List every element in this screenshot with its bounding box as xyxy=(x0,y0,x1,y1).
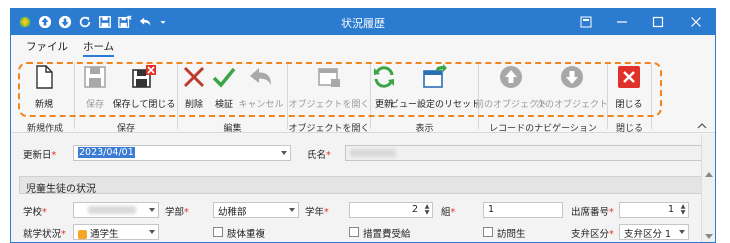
scroll-down-icon[interactable] xyxy=(705,234,713,239)
checkmark-icon xyxy=(210,63,238,91)
group-label-record-nav: レコードのナビゲーション xyxy=(489,124,597,134)
group-label-open-object: オブジェクトを開く xyxy=(288,124,370,134)
enrollment-status-field[interactable]: 通学生 xyxy=(73,224,159,240)
attendance-number-label: 出席番号* xyxy=(571,207,614,218)
next-object-button-label: 次のオブジェクト xyxy=(536,100,609,110)
support-measure-checkbox[interactable] xyxy=(349,227,359,237)
update-date-field[interactable]: 2023/04/01 xyxy=(73,145,291,161)
close-x-icon xyxy=(615,63,643,91)
next-object-button[interactable]: 次のオブジェクト xyxy=(536,61,608,119)
group-label-create: 新規作成 xyxy=(26,124,63,134)
new-button-label: 新規 xyxy=(34,100,53,110)
enrollment-icon xyxy=(78,230,87,239)
home-visit-checkbox[interactable] xyxy=(483,227,493,237)
school-field[interactable] xyxy=(73,202,159,218)
refresh-icon xyxy=(370,63,398,91)
reset-view-button[interactable]: ビュー設定のリセット xyxy=(390,61,480,119)
home-visit-label: 訪問生 xyxy=(497,229,526,240)
delete-button-label: 削除 xyxy=(184,100,203,110)
faculty-label: 学部* xyxy=(165,207,189,218)
delete-x-icon xyxy=(180,63,208,91)
tab-file[interactable]: ファイル xyxy=(26,39,68,54)
ribbon-display-icon[interactable] xyxy=(569,9,603,35)
chevron-down-icon xyxy=(281,151,287,155)
support-category-field[interactable]: 支弁区分 1 xyxy=(619,224,689,240)
up-arrow-icon xyxy=(497,63,525,91)
down-arrow-icon xyxy=(558,63,586,91)
save-icon xyxy=(81,63,109,91)
undo-arrow-icon xyxy=(247,63,275,91)
vertical-scrollbar[interactable] xyxy=(701,134,715,242)
open-object-button[interactable]: オブジェクトを開く xyxy=(288,61,370,119)
record-form: 更新日* 2023/04/01 氏名* 児童生徒の状況 学校* 学部* 幼稚部 … xyxy=(11,134,715,242)
close-icon[interactable] xyxy=(679,9,713,35)
update-date-label: 更新日* xyxy=(23,150,57,161)
ribbon: 新規 保存 保存して閉じる 削除 検証 キャンセル オブジェクトを開く 更新 ビ… xyxy=(11,57,715,134)
ribbon-separator xyxy=(287,63,288,129)
ribbon-separator xyxy=(607,63,608,129)
scroll-up-icon[interactable] xyxy=(705,172,713,177)
title-bar: 状況履歴 xyxy=(11,9,715,35)
name-field[interactable] xyxy=(345,145,705,161)
ribbon-separator xyxy=(177,63,178,129)
verify-button-label: 検証 xyxy=(214,100,233,110)
cancel-button-label: キャンセル xyxy=(238,100,284,110)
school-label: 学校* xyxy=(23,207,47,218)
chevron-down-icon xyxy=(289,208,295,212)
ribbon-separator xyxy=(74,63,75,129)
save-close-button-label: 保存して閉じる xyxy=(112,100,176,110)
grade-stepper[interactable]: 2 ▲ ▼ xyxy=(349,202,433,218)
delete-button[interactable]: 削除 xyxy=(179,61,209,119)
ribbon-separator xyxy=(478,63,479,129)
chevron-down-icon xyxy=(149,208,155,212)
close-button[interactable]: 閉じる xyxy=(611,61,647,119)
menu-tabs: ファイル ホーム xyxy=(11,35,715,57)
enrollment-status-label: 就学状況* xyxy=(23,229,66,240)
save-close-button[interactable]: 保存して閉じる xyxy=(113,61,175,119)
faculty-field[interactable]: 幼稚部 xyxy=(213,202,299,218)
ribbon-separator xyxy=(651,63,652,129)
open-object-icon xyxy=(315,63,343,91)
support-category-label: 支弁区分* xyxy=(571,229,614,240)
group-label-display: 表示 xyxy=(415,124,434,134)
group-label-edit: 編集 xyxy=(223,124,242,134)
maximize-icon[interactable] xyxy=(641,9,675,35)
save-button[interactable]: 保存 xyxy=(77,61,113,119)
app-window: 状況履歴 ファイル ホーム 新規 保存 保存して閉じる 削除 検証 キャンセル … xyxy=(10,8,716,243)
grade-label: 学年* xyxy=(305,207,329,218)
save-close-icon xyxy=(130,63,158,91)
tab-home[interactable]: ホーム xyxy=(83,39,115,57)
spin-arrows-icon[interactable]: ▲ ▼ xyxy=(424,204,430,216)
group-label-close: 閉じる xyxy=(615,124,643,134)
verify-button[interactable]: 検証 xyxy=(209,61,239,119)
chevron-down-icon xyxy=(149,230,155,234)
save-button-label: 保存 xyxy=(85,100,104,110)
reset-view-icon xyxy=(421,63,449,91)
refresh-button[interactable]: 更新 xyxy=(371,61,397,119)
reset-view-button-label: ビュー設定のリセット xyxy=(390,100,481,110)
prev-object-button[interactable]: 前のオブジェクト xyxy=(475,61,547,119)
group-label-save: 保存 xyxy=(116,124,135,134)
multiple-disability-label: 肢体重複 xyxy=(227,229,266,240)
close-button-label: 閉じる xyxy=(615,100,643,110)
open-object-button-label: オブジェクトを開く xyxy=(288,100,370,110)
section-header-student-status: 児童生徒の状況 xyxy=(19,176,709,195)
multiple-disability-checkbox[interactable] xyxy=(213,227,223,237)
attendance-number-stepper[interactable]: 1 ▲ ▼ xyxy=(619,202,689,218)
name-label: 氏名* xyxy=(307,150,331,161)
new-document-icon xyxy=(30,63,58,91)
spin-arrows-icon[interactable]: ▲ ▼ xyxy=(680,204,686,216)
class-label: 組* xyxy=(441,207,456,218)
cancel-button[interactable]: キャンセル xyxy=(238,61,284,119)
collapse-ribbon-icon[interactable] xyxy=(697,121,707,131)
class-field[interactable]: 1 xyxy=(483,202,563,218)
support-measure-label: 措置費受給 xyxy=(363,229,411,240)
new-button[interactable]: 新規 xyxy=(21,61,67,119)
minimize-icon[interactable] xyxy=(605,9,639,35)
chevron-down-icon xyxy=(679,230,685,234)
